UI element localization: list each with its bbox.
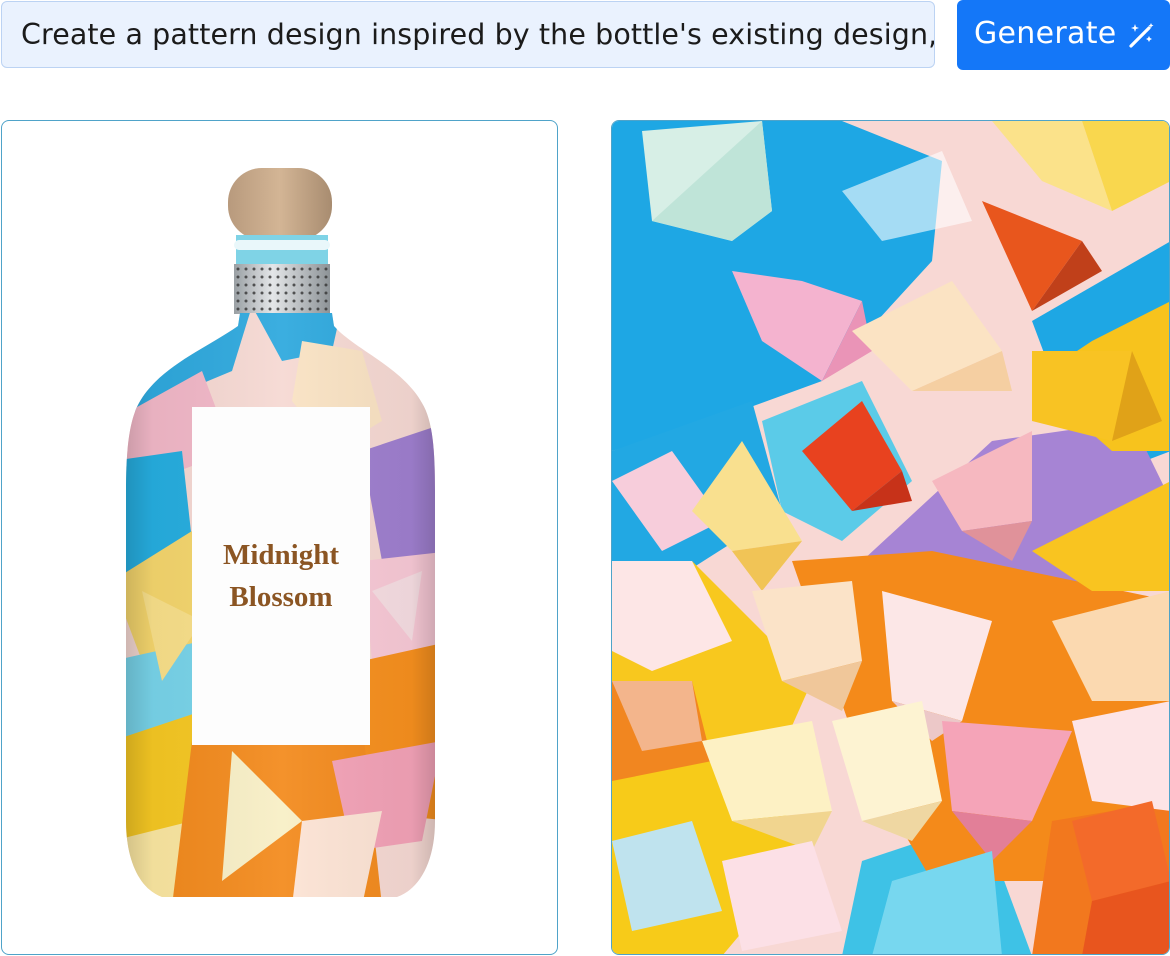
magic-wand-icon (1129, 23, 1154, 48)
generate-button-label: Generate (974, 16, 1117, 51)
prompt-input-value[interactable]: Create a pattern design inspired by the … (21, 18, 934, 51)
generated-pattern-panel (611, 120, 1170, 955)
bottle-label (192, 407, 370, 745)
prompt-input[interactable]: Create a pattern design inspired by the … (1, 1, 935, 68)
bottle-neck (236, 235, 328, 267)
generate-button[interactable]: Generate (957, 0, 1170, 70)
bottle-label-line1: Midnight (223, 539, 339, 571)
bottle-preview-panel: Midnight Blossom (1, 120, 558, 955)
generated-pattern-image (612, 121, 1169, 954)
cork-cap (228, 168, 332, 240)
bottle-label-line2: Blossom (229, 581, 332, 613)
bottle-mockup-image: Midnight Blossom (126, 168, 435, 897)
